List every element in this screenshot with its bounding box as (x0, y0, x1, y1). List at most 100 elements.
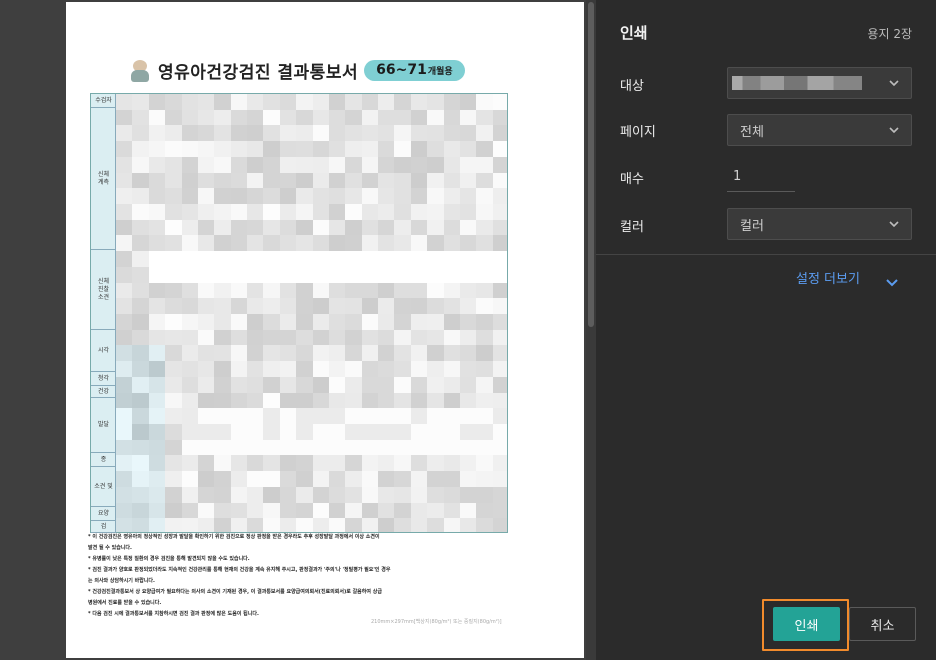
redaction-pixel (459, 219, 477, 236)
redaction-pixel (443, 94, 461, 111)
redaction-pixel (214, 204, 232, 221)
color-value: 컬러 (740, 218, 764, 234)
destination-select[interactable] (727, 67, 912, 99)
redaction-pixel (296, 455, 313, 472)
cancel-button[interactable]: 취소 (849, 607, 916, 641)
redaction-pixel (165, 329, 182, 346)
redaction-pixel (296, 172, 313, 189)
redaction-pixel (378, 156, 395, 174)
redaction-pixel (165, 188, 182, 205)
redaction-pixel (132, 376, 150, 394)
redaction-pixel (361, 329, 379, 346)
redaction-pixel (116, 109, 133, 126)
redaction-pixel (443, 141, 461, 158)
redaction-pixel (132, 188, 150, 205)
color-select[interactable]: 컬러 (727, 208, 912, 240)
redaction-pixel (132, 392, 150, 409)
redaction-pixel (230, 251, 248, 268)
redaction-pixel (443, 298, 461, 315)
redaction-pixel (148, 486, 166, 504)
copies-input[interactable]: 1 (727, 162, 795, 192)
print-button[interactable]: 인쇄 (773, 607, 840, 641)
redaction-pixel (197, 298, 215, 315)
redaction-pixel (328, 439, 346, 456)
redaction-pixel (247, 298, 264, 315)
redaction-pixel (492, 455, 507, 472)
redaction-pixel (378, 439, 395, 456)
redaction-pixel (230, 518, 248, 532)
redaction-pixel (410, 251, 428, 268)
redaction-pixel (230, 266, 248, 284)
redaction-pixel (279, 94, 297, 111)
redaction-pixel (296, 518, 313, 532)
redaction-pixel (279, 251, 297, 268)
redaction-pixel (165, 486, 182, 504)
redaction-pixel (328, 219, 346, 236)
redaction-pixel (345, 518, 363, 532)
redaction-pixel (132, 266, 150, 284)
redaction-pixel (247, 329, 264, 346)
redaction-pixel (459, 439, 477, 456)
redaction-pixel (279, 219, 297, 236)
redaction-pixel (378, 251, 395, 268)
form-side-cell: 수검자 (91, 94, 116, 108)
note-line: * 유병률이 낮은 특정 질환의 경우 검진을 통해 발견되지 않을 수도 있습… (88, 556, 250, 562)
redaction-pixel (197, 314, 215, 331)
redaction-pixel (181, 94, 199, 111)
redaction-pixel (230, 486, 248, 504)
redaction-pixel (427, 314, 444, 331)
redaction-pixel (476, 235, 494, 252)
redaction-pixel (492, 141, 507, 158)
preview-scrollbar[interactable] (586, 0, 596, 660)
redaction-pixel (427, 94, 444, 111)
redaction-pixel (361, 251, 379, 268)
redaction-pixel (263, 156, 281, 174)
redaction-pixel (394, 156, 412, 174)
redaction-pixel (116, 345, 133, 362)
redaction-pixel (476, 361, 494, 378)
preview-scroll-thumb[interactable] (588, 2, 594, 327)
redaction-pixel (116, 439, 133, 456)
redaction-pixel (492, 298, 507, 315)
redaction-pixel (328, 376, 346, 394)
redaction-pixel (378, 282, 395, 299)
redaction-pixel (148, 518, 166, 532)
redaction-pixel (476, 408, 494, 425)
redaction-pixel (361, 471, 379, 488)
redaction-pixel (427, 392, 444, 409)
pages-select[interactable]: 전체 (727, 114, 912, 146)
redaction-pixel (263, 235, 281, 252)
redaction-pixel (427, 502, 444, 519)
redaction-pixel (476, 314, 494, 331)
redaction-pixel (459, 376, 477, 394)
redaction-pixel (165, 361, 182, 378)
form-side-label: 신체 진찰 소견 (97, 277, 110, 301)
redaction-pixel (443, 486, 461, 504)
redaction-pixel (230, 204, 248, 221)
redaction-pixel (116, 314, 133, 331)
redaction-pixel (328, 204, 346, 221)
redaction-pixel (230, 219, 248, 236)
redaction-pixel (394, 125, 412, 142)
redaction-pixel (427, 455, 444, 472)
redaction-pixel (312, 188, 330, 205)
more-settings-link[interactable]: 설정 더보기 (796, 268, 898, 287)
redaction-pixel (378, 471, 395, 488)
redaction-pixel (427, 235, 444, 252)
redaction-pixel (427, 204, 444, 221)
redaction-pixel (214, 424, 232, 441)
redaction-pixel (394, 298, 412, 315)
redaction-pixel (230, 424, 248, 441)
redaction-pixel (148, 235, 166, 252)
redaction-pixel (247, 266, 264, 284)
redaction-pixel (394, 439, 412, 456)
redaction-pixel (247, 204, 264, 221)
redaction-pixel (443, 345, 461, 362)
redaction-pixel (476, 298, 494, 315)
redaction-pixel (459, 329, 477, 346)
redaction-pixel (279, 361, 297, 378)
redaction-pixel (296, 298, 313, 315)
redaction-pixel (296, 266, 313, 284)
redaction-pixel (492, 219, 507, 236)
form-side-label: 발달 (97, 421, 110, 428)
